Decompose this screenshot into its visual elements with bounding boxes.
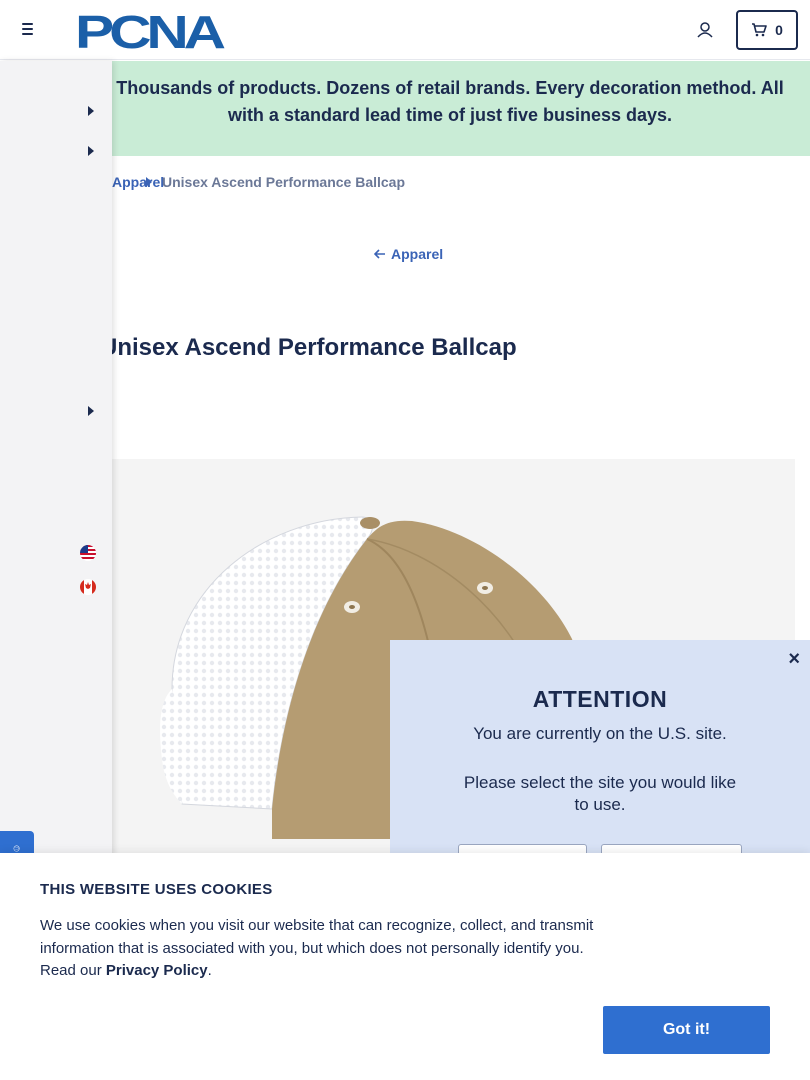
promo-banner-text: Thousands of products. Dozens of retail … [116,78,784,125]
cart-button[interactable]: 0 [736,10,798,50]
product-title: Unisex Ascend Performance Ballcap [100,334,517,361]
site-selector-modal: × ATTENTION You are currently on the U.S… [390,640,810,884]
cookie-text: We use cookies when you visit our websit… [40,915,600,983]
svg-text:PCNA: PCNA [75,8,225,52]
breadcrumb-current: Unisex Ascend Performance Ballcap [162,174,406,190]
cookie-period: . [207,962,212,979]
account-icon[interactable] [694,19,716,41]
chevron-right-icon[interactable] [88,146,94,156]
arrow-left-icon [374,249,385,259]
breadcrumb-apparel[interactable]: Apparel [112,174,164,190]
promo-banner: Thousands of products. Dozens of retail … [0,61,810,156]
cart-count: 0 [775,22,783,38]
back-link-label: Apparel [391,246,444,262]
privacy-policy-link[interactable]: Privacy Policy [106,962,208,979]
pcna-logo[interactable]: PCNA [75,8,225,52]
cookie-banner: THIS WEBSITE USES COOKIES We use cookies… [0,853,810,1080]
back-to-apparel-link[interactable]: Apparel [374,246,443,262]
chevron-right-icon [146,177,152,187]
us-flag-icon[interactable] [80,545,96,561]
accept-cookies-button[interactable]: Got it! [603,1006,770,1054]
close-icon[interactable]: × [788,648,800,671]
cookie-title: THIS WEBSITE USES COOKIES [40,881,273,898]
chevron-right-icon[interactable] [88,106,94,116]
modal-select-site-text: Please select the site you would like to… [463,773,737,814]
modal-current-site-text: You are currently on the U.S. site. [473,724,727,743]
site-header: PCNA 0 [0,0,810,60]
modal-title: ATTENTION [532,686,668,712]
canada-flag-icon[interactable] [80,579,96,595]
menu-icon[interactable] [18,20,38,40]
cart-icon [752,23,767,37]
chevron-right-icon[interactable] [88,406,94,416]
